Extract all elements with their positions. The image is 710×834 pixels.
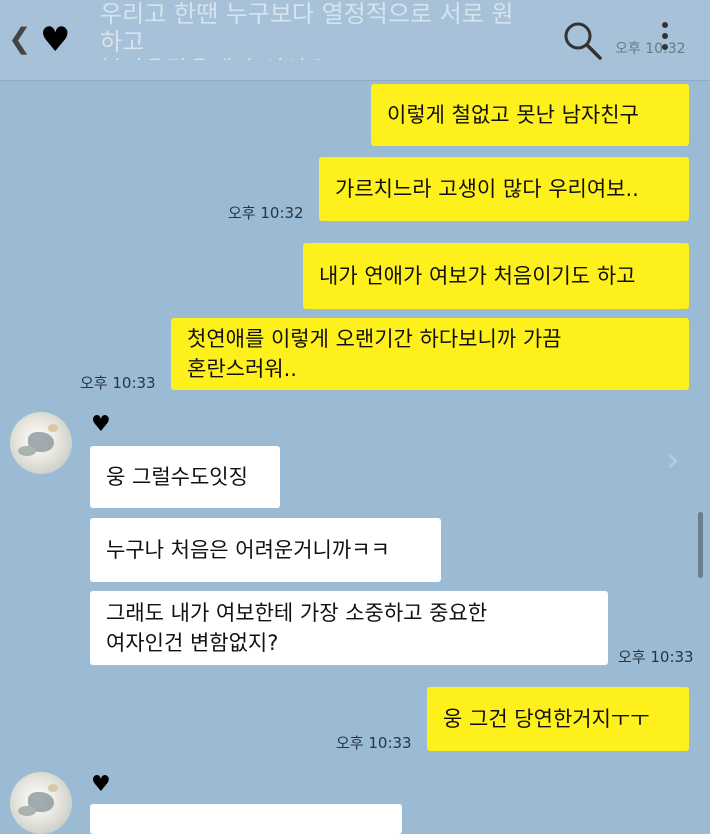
my-message-bubble[interactable]: 웅 그건 당연한거지ㅜㅜ — [427, 687, 689, 751]
message-timestamp: 오후 10:33 — [336, 734, 412, 752]
their-message-bubble[interactable] — [90, 804, 402, 834]
chevron-right-icon: › — [666, 440, 680, 480]
message-text: 그래도 내가 여보한테 가장 소중하고 중요한 여자인건 변함없지? — [106, 601, 488, 655]
message-text: 누구나 처음은 어려운거니까ㅋㅋ — [106, 538, 390, 562]
avatar[interactable] — [10, 412, 72, 474]
message-text: 내가 연애가 여보가 처음이기도 하고 — [319, 264, 636, 288]
message-text: 가르치느라 고생이 많다 우리여보.. — [335, 177, 639, 201]
more-vertical-icon[interactable] — [655, 18, 675, 62]
chat-header: 우리고 한땐 누구보다 열정적으로 서로 원하고 불타올랐을때가 잇엇오! ❮ … — [0, 0, 710, 81]
their-message-bubble[interactable]: 누구나 처음은 어려운거니까ㅋㅋ — [90, 518, 441, 582]
notice-banner[interactable]: 우리고 한땐 누구보다 열정적으로 서로 원하고 불타올랐을때가 잇엇오! — [100, 0, 520, 60]
sender-name: ♥ — [91, 772, 111, 797]
my-message-bubble[interactable]: 이렇게 철없고 못난 남자친구 — [371, 84, 689, 146]
search-icon[interactable] — [560, 18, 604, 62]
their-message-bubble[interactable]: 그래도 내가 여보한테 가장 소중하고 중요한 여자인건 변함없지? — [90, 591, 608, 665]
message-text: 이렇게 철없고 못난 남자친구 — [387, 103, 639, 127]
avatar[interactable] — [10, 772, 72, 834]
scrollbar[interactable] — [698, 512, 703, 578]
message-timestamp: 오후 10:33 — [618, 648, 694, 666]
message-text: 웅 그럴수도잇징 — [106, 465, 248, 489]
message-text: 첫연애를 이렇게 오랜기간 하다보니까 가끔 혼란스러워.. — [187, 327, 562, 381]
message-text: 웅 그건 당연한거지ㅜㅜ — [443, 707, 650, 731]
chat-title: ♥ — [40, 20, 71, 60]
their-message-bubble[interactable]: 웅 그럴수도잇징 — [90, 446, 280, 508]
my-message-bubble[interactable]: 가르치느라 고생이 많다 우리여보.. — [319, 157, 689, 221]
message-timestamp: 오후 10:33 — [80, 374, 156, 392]
sender-name: ♥ — [91, 412, 111, 437]
my-message-bubble[interactable]: 첫연애를 이렇게 오랜기간 하다보니까 가끔 혼란스러워.. — [171, 318, 689, 390]
my-message-bubble[interactable]: 내가 연애가 여보가 처음이기도 하고 — [303, 243, 689, 309]
chevron-left-icon[interactable]: ❮ — [8, 22, 31, 55]
message-timestamp: 오후 10:32 — [228, 204, 304, 222]
